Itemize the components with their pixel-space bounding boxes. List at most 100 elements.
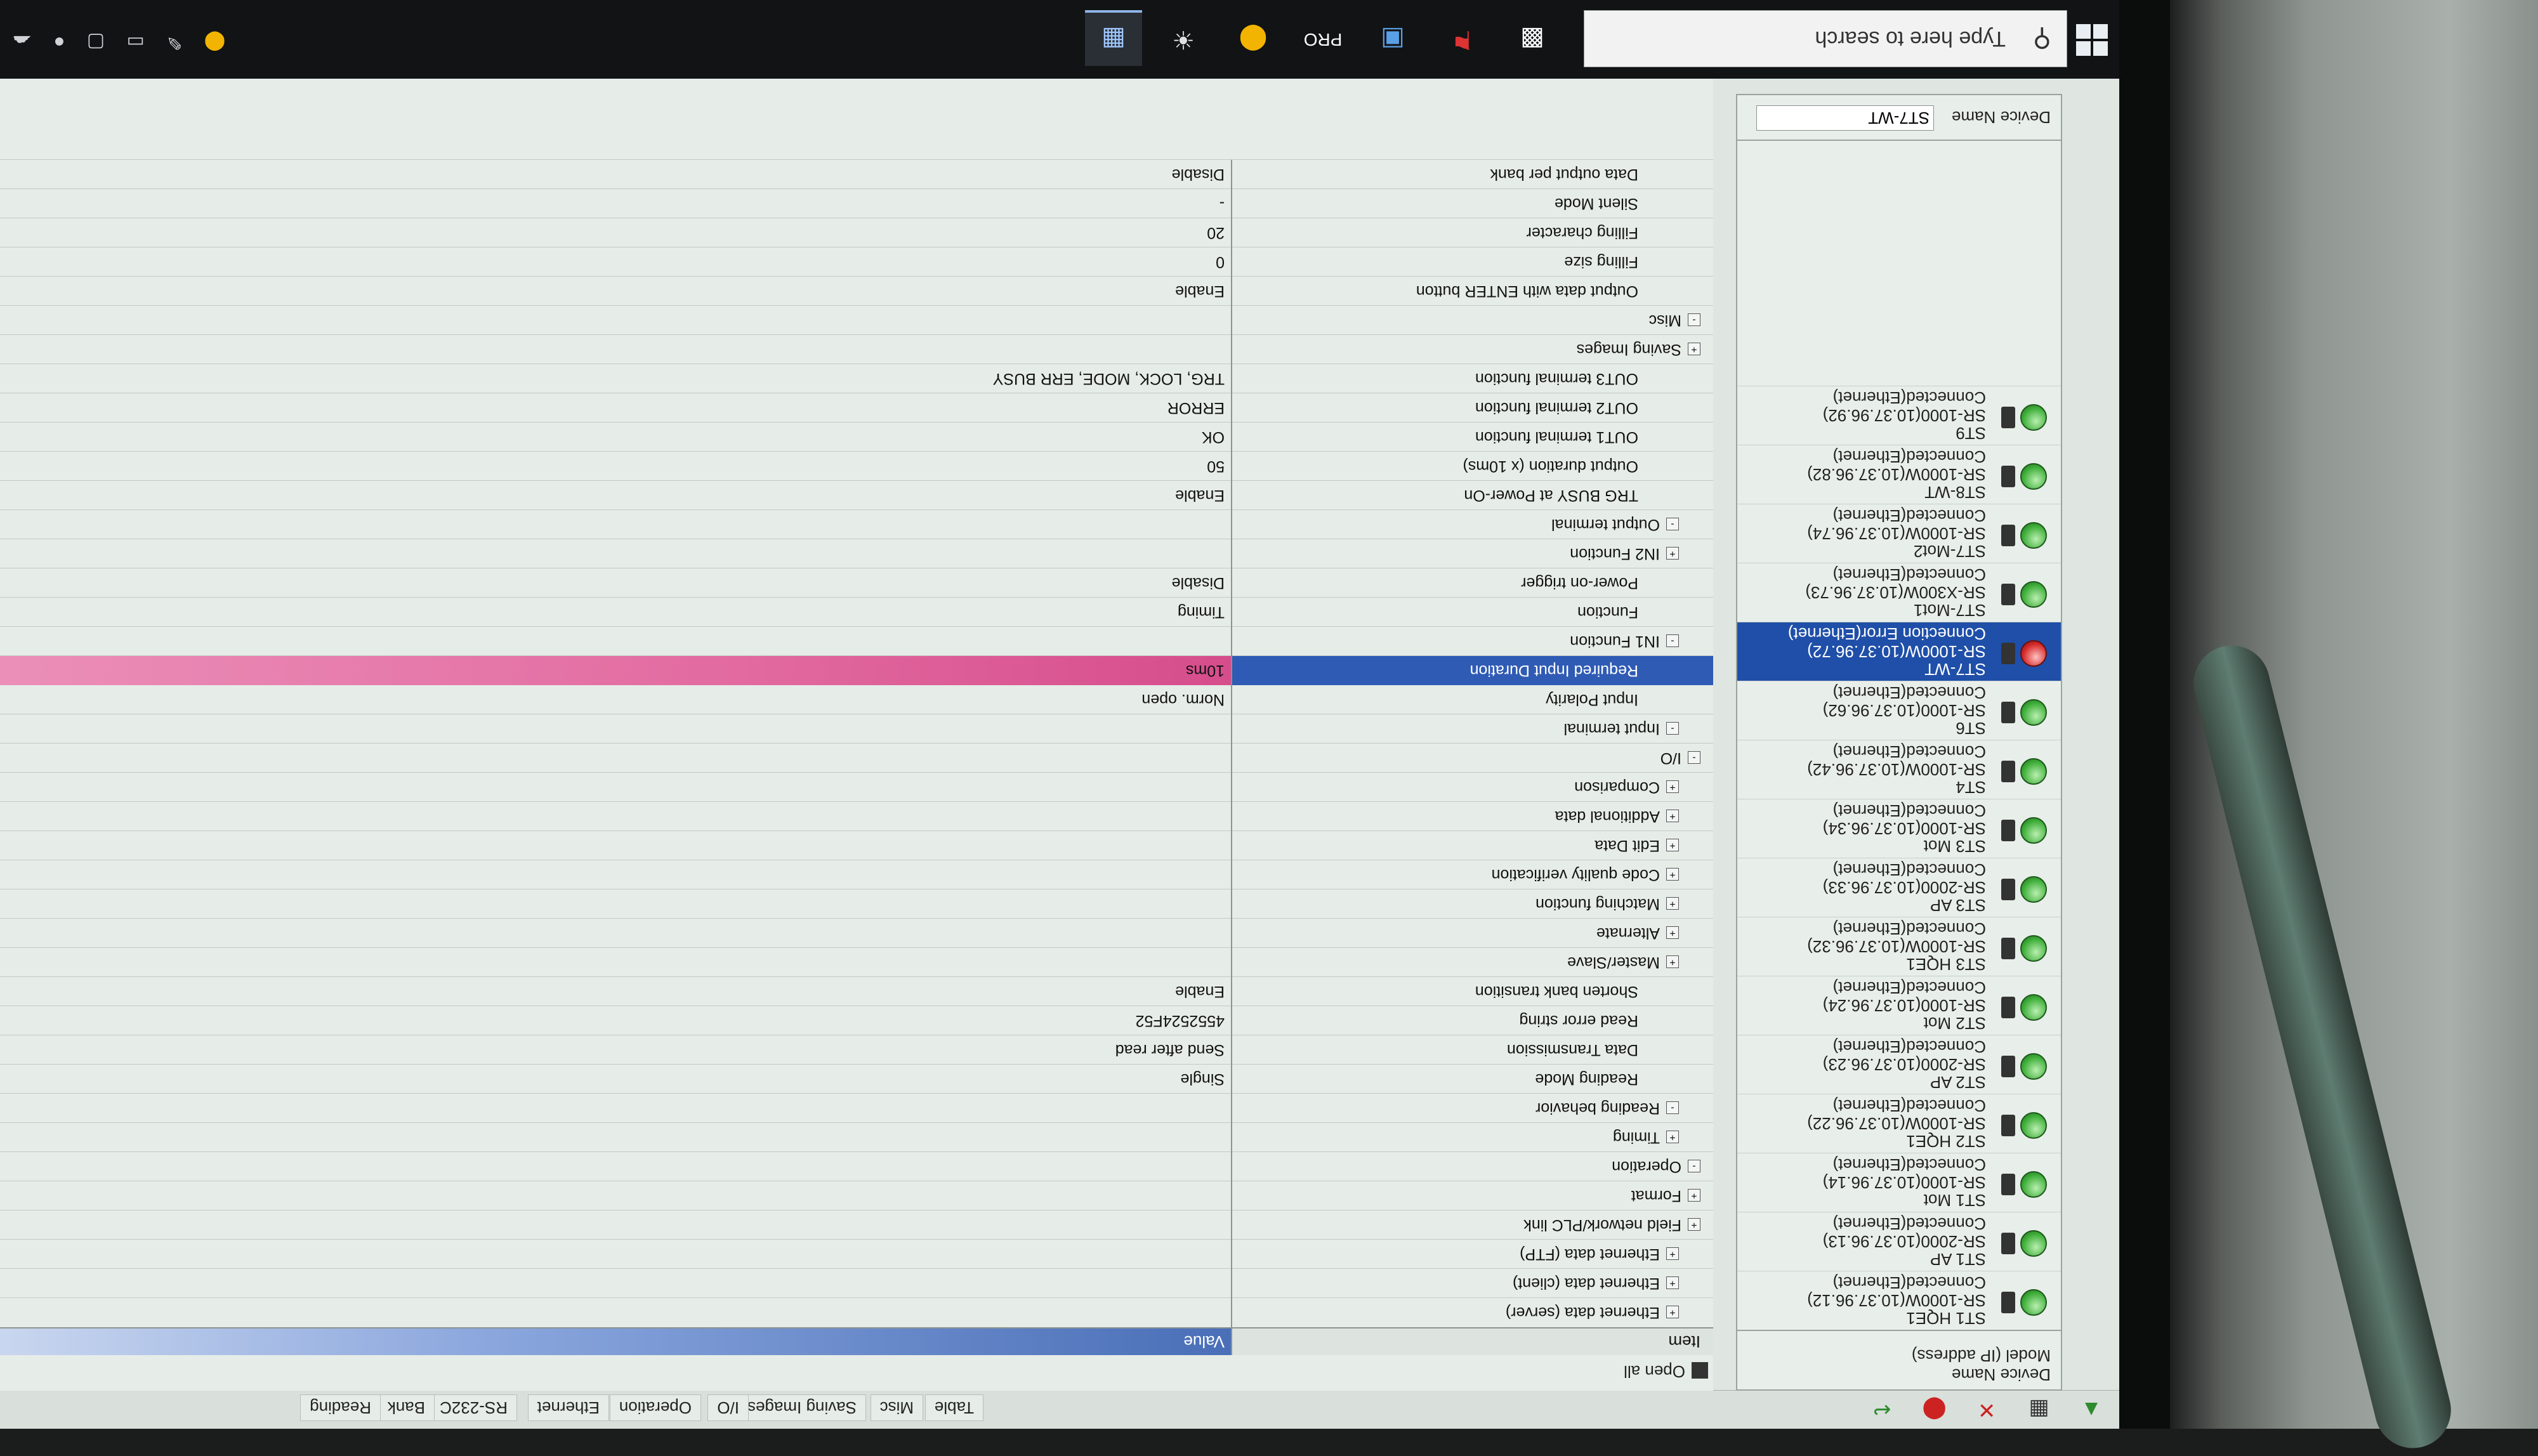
settings-row[interactable]: + Ethernet data (FTP) [0, 1239, 1713, 1269]
expand-icon[interactable]: + [1666, 955, 1679, 968]
device-row[interactable]: ST3 HQE1 SR-1000W(10.37.96.32) Connected(E… [1737, 917, 2061, 976]
row-value[interactable]: 20 [1207, 218, 1225, 247]
expand-icon[interactable]: + [1666, 1305, 1679, 1318]
settings-row[interactable]: + Ethernet data (client) [0, 1268, 1713, 1298]
device-row[interactable]: ST7-Mot1 SR-X300W(10.37.96.73) Connected(E… [1737, 563, 2061, 622]
settings-row[interactable]: OUT3 terminal function TRG, LOCK, MODE, E… [0, 364, 1713, 393]
row-value[interactable]: Timing [1178, 598, 1225, 627]
chrome-tray-icon[interactable]: ⬤ [204, 32, 226, 53]
expand-icon[interactable]: + [1688, 342, 1700, 355]
expand-icon[interactable]: + [1666, 1247, 1679, 1260]
settings-row[interactable]: -IN1 Function [0, 626, 1713, 656]
tablet-tray-icon[interactable]: ▭ [127, 32, 145, 53]
device-row[interactable]: ST2 HQE1 SR-1000W(10.37.96.22) Connected(E… [1737, 1094, 2061, 1153]
expand-icon[interactable]: + [1688, 1188, 1700, 1202]
close-icon[interactable]: ✕ [1971, 1397, 2002, 1422]
settings-row[interactable]: -I/O [0, 743, 1713, 773]
collapse-icon[interactable]: - [1666, 721, 1679, 735]
expand-icon[interactable]: + [1666, 809, 1679, 822]
row-value[interactable]: Enable [1175, 977, 1225, 1006]
expand-icon[interactable]: + [1666, 867, 1679, 881]
row-value[interactable]: TRG, LOCK, MODE, ERR BUSY [993, 364, 1225, 393]
paint-app-icon[interactable]: ☀ [1155, 13, 1212, 66]
tool-app-icon[interactable]: ⚑ [1434, 13, 1491, 66]
chrome-app-icon[interactable]: ⬤ [1225, 13, 1282, 66]
row-value[interactable]: 0 [1216, 247, 1225, 277]
tab-bank[interactable]: Bank [378, 1394, 435, 1421]
settings-row[interactable]: Input Polarity Norm. open [0, 685, 1713, 714]
settings-row[interactable]: Silent Mode - [0, 188, 1713, 218]
row-value[interactable]: ERROR [1167, 393, 1225, 423]
settings-row[interactable]: Data Transmission Send after read [0, 1035, 1713, 1065]
expand-icon[interactable]: + [1688, 1217, 1700, 1231]
settings-row[interactable]: Data output per bank Disable [0, 159, 1713, 189]
arrow-icon[interactable]: ▲ [2076, 1397, 2107, 1422]
tab-table[interactable]: Table [924, 1394, 983, 1421]
back-icon[interactable]: ↩ [1867, 1397, 1897, 1422]
settings-row[interactable]: + Field network/PLC link [0, 1210, 1713, 1240]
settings-row[interactable]: + Master/Slave [0, 947, 1713, 977]
settings-row[interactable]: + Timing [0, 1122, 1713, 1152]
tab-rs-232c[interactable]: RS-232C [430, 1394, 517, 1421]
settings-row[interactable]: Power-on trigger Disable [0, 568, 1713, 598]
settings-row[interactable]: Reading Mode Single [0, 1064, 1713, 1094]
device-row[interactable]: ST9 SR-1000(10.37.96.92) Connected(Etherne… [1737, 386, 2061, 445]
cloud-tray-icon[interactable]: ☁ [13, 32, 32, 53]
row-value[interactable]: 50 [1207, 452, 1225, 481]
settings-row[interactable]: + Saving Images [0, 334, 1713, 364]
tab-misc[interactable]: Misc [870, 1394, 923, 1421]
settings-row[interactable]: Filling character 20 [0, 218, 1713, 247]
settings-row[interactable]: -Output terminal [0, 509, 1713, 539]
stop-icon[interactable]: ⬤ [1919, 1397, 1950, 1422]
expand-icon[interactable]: + [1666, 1130, 1679, 1143]
monitor-tray-icon[interactable]: ▢ [87, 32, 105, 53]
device-row[interactable]: ST3 AP SR-2000(10.37.96.33) Connected(Ethe… [1737, 858, 2061, 917]
device-row[interactable]: ST6 SR-1000(10.37.96.62) Connected(Etherne… [1737, 681, 2061, 740]
pen-tray-icon[interactable]: ✎ [166, 32, 182, 53]
settings-row[interactable]: Function Timing [0, 597, 1713, 627]
device-name-input[interactable] [1756, 105, 1934, 131]
device-row[interactable]: ST8-WT SR-1000W(10.37.96.82) Connected(Eth… [1737, 445, 2061, 504]
tab-reading[interactable]: Reading [300, 1394, 381, 1421]
expand-icon[interactable]: + [1666, 896, 1679, 910]
terminal-app-icon[interactable]: ▩ [1504, 13, 1561, 66]
windows-start-button[interactable] [2075, 23, 2108, 56]
row-value[interactable]: Disable [1172, 568, 1225, 598]
settings-row[interactable]: + Alternate [0, 918, 1713, 948]
device-row[interactable]: ST7-Mot2 SR-1000W(10.37.96.74) Connected(E… [1737, 504, 2061, 563]
settings-row[interactable]: + Matching function [0, 889, 1713, 919]
network-tray-icon[interactable]: ● [53, 32, 65, 53]
collapse-icon[interactable]: - [1688, 1159, 1700, 1172]
tab-operation[interactable]: Operation [609, 1394, 701, 1421]
settings-row[interactable]: Read error string 4552524F52 [0, 1006, 1713, 1035]
device-row[interactable]: ST1 AP SR-2000(10.37.96.13) Connected(Ethe… [1737, 1212, 2061, 1271]
collapse-icon[interactable]: - [1666, 1101, 1679, 1114]
settings-row[interactable]: OUT2 terminal function ERROR [0, 393, 1713, 423]
row-value[interactable]: 4552524F52 [1136, 1006, 1225, 1035]
row-value[interactable]: Send after read [1115, 1035, 1225, 1065]
row-value[interactable]: Enable [1175, 481, 1225, 510]
settings-row[interactable]: + Format [0, 1181, 1713, 1210]
settings-row[interactable]: Shorten bank transition Enable [0, 976, 1713, 1006]
settings-row[interactable]: OUT1 terminal function OK [0, 422, 1713, 452]
pro-app-icon[interactable]: PRO [1294, 13, 1351, 66]
open-all-checkbox[interactable]: Open all [1624, 1359, 1708, 1384]
device-row[interactable]: ST7-WT SR-1000W(10.37.96.72) Connection Er… [1737, 622, 2061, 681]
settings-row[interactable]: TRG BUSY at Power-On Enable [0, 480, 1713, 510]
expand-icon[interactable]: + [1666, 780, 1679, 793]
device-row[interactable]: ST2 Mot SR-1000(10.37.96.24) Connected(Eth… [1737, 976, 2061, 1035]
taskbar-search[interactable]: ⚲ Type here to search [1584, 10, 2067, 67]
collapse-icon[interactable]: - [1688, 751, 1700, 764]
settings-row[interactable]: + Ethernet data (server) [0, 1297, 1713, 1327]
device-row[interactable]: ST4 SR-1000W(10.37.96.42) Connected(Ethern… [1737, 740, 2061, 799]
device-row[interactable]: ST1 HQE1 SR-1000W(10.37.96.12) Connected(E… [1737, 1271, 2061, 1330]
device-row[interactable]: ST2 AP SR-2000(10.37.96.23) Connected(Ethe… [1737, 1035, 2061, 1094]
expand-icon[interactable]: + [1666, 1276, 1679, 1289]
settings-row[interactable]: -Reading behavior [0, 1093, 1713, 1123]
collapse-icon[interactable]: - [1666, 634, 1679, 647]
tab-i-o[interactable]: I/O [707, 1394, 749, 1421]
collapse-icon[interactable]: - [1666, 517, 1679, 530]
tab-saving-images[interactable]: Saving Images [738, 1394, 866, 1421]
settings-row[interactable]: Required Input Duration 10ms [0, 655, 1713, 685]
row-value[interactable]: Enable [1175, 277, 1225, 306]
